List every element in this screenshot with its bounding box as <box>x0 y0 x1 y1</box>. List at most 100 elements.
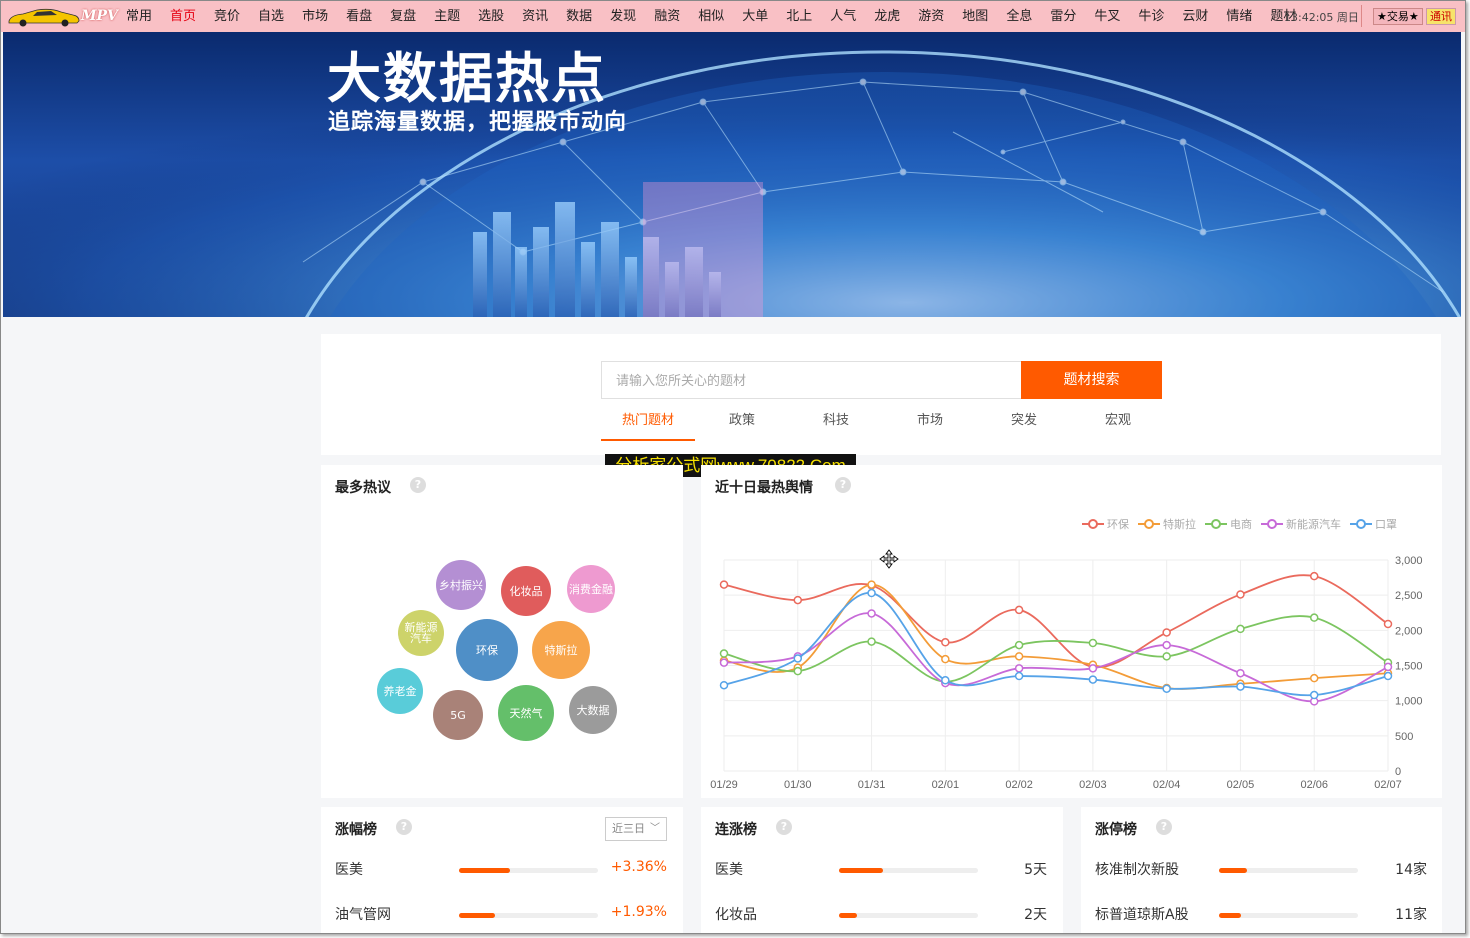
car-logo-icon <box>8 8 80 27</box>
x-tick-label: 01/30 <box>784 779 812 791</box>
menu-item[interactable]: 人气 <box>821 6 865 28</box>
topic-tab[interactable]: 市场 <box>883 406 977 441</box>
data-point <box>941 676 950 685</box>
menu-item[interactable]: 发现 <box>601 6 645 28</box>
ranking-row[interactable]: 化妆品 2天 <box>715 904 1047 924</box>
menu-item[interactable]: 资讯 <box>513 6 557 28</box>
menu-item[interactable]: 看盘 <box>337 6 381 28</box>
data-point <box>719 680 729 690</box>
data-point <box>1309 613 1319 622</box>
y-tick-label: 2,000 <box>1395 625 1423 637</box>
topic-bubble[interactable]: 特斯拉 <box>532 621 590 679</box>
ranking-bar-track <box>1219 868 1358 873</box>
trade-button[interactable]: ★交易★ <box>1373 8 1423 25</box>
menu-item[interactable]: 游资 <box>909 6 953 28</box>
data-point <box>941 638 950 647</box>
menu-item[interactable]: 融资 <box>645 6 689 28</box>
menu-item[interactable]: 数据 <box>557 6 601 28</box>
data-point <box>1162 684 1171 693</box>
menu-item[interactable]: 云财 <box>1173 6 1217 28</box>
help-icon[interactable]: ? <box>410 477 426 493</box>
data-point <box>1309 571 1319 581</box>
help-icon[interactable]: ? <box>396 819 412 835</box>
menu-item[interactable]: 选股 <box>469 6 513 28</box>
menu-item[interactable]: 市场 <box>293 6 337 28</box>
ranking-bar-fill <box>1219 868 1247 873</box>
menu-item[interactable]: 大单 <box>733 6 777 28</box>
menu-item[interactable]: 雷分 <box>1041 6 1085 28</box>
ranking-name: 医美 <box>715 862 743 878</box>
topic-bubble[interactable]: 5G <box>433 690 483 740</box>
ranking-value: 2天 <box>1024 907 1047 923</box>
menu-item[interactable]: 常用 <box>117 6 161 28</box>
menu-bar: MPV 常用 首页 竞价 自选 市场 看盘 复盘 主题 选股 资讯 数据 发现 融资 相似 大单 北上 人气 龙虎… <box>1 1 1465 32</box>
menu-item[interactable]: 牛叉 <box>1085 6 1129 28</box>
topic-bubble[interactable]: 大数据 <box>569 686 617 734</box>
x-tick-label: 02/04 <box>1153 779 1181 791</box>
series-line <box>723 583 1389 690</box>
menu-item[interactable]: 首页 <box>161 6 205 28</box>
ranking-bar-fill <box>459 868 511 873</box>
series-line <box>723 612 1389 703</box>
topic-tab[interactable]: 突发 <box>977 406 1071 441</box>
ranking-row[interactable]: 核准制次新股 14家 <box>1095 859 1427 879</box>
menu-item[interactable]: 牛诊 <box>1129 6 1173 28</box>
globe-network-image <box>3 32 1461 317</box>
topic-bubble[interactable]: 养老金 <box>377 668 423 714</box>
menu-item[interactable]: 主题 <box>425 6 469 28</box>
x-tick-label: 02/01 <box>932 779 960 791</box>
logo[interactable]: MPV <box>1 1 118 32</box>
search-panel: 题材搜索 热门题材政策科技市场突发宏观 <box>321 334 1441 455</box>
data-point <box>1088 638 1098 648</box>
menu-item[interactable]: 北上 <box>777 6 821 28</box>
ranking-value: +1.93% <box>610 904 667 920</box>
data-point <box>941 654 950 664</box>
message-button[interactable]: 通讯 <box>1426 8 1456 25</box>
chevron-down-icon: ﹀ <box>650 823 660 834</box>
data-point <box>1309 673 1319 683</box>
topic-bubble[interactable]: 天然气 <box>498 685 554 741</box>
topic-tab[interactable]: 宏观 <box>1071 406 1165 441</box>
ranking-bar-fill <box>1219 913 1242 918</box>
menu-item[interactable]: 竞价 <box>205 6 249 28</box>
help-icon[interactable]: ? <box>1156 819 1172 835</box>
menu-divider <box>1361 5 1362 27</box>
menu-item[interactable]: 相似 <box>689 6 733 28</box>
ranking-row[interactable]: 医美 5天 <box>715 859 1047 879</box>
y-tick-label: 0 <box>1395 766 1401 778</box>
menu-item[interactable]: 龙虎 <box>865 6 909 28</box>
ranking-bar-fill <box>839 868 884 873</box>
topic-search-input[interactable] <box>601 361 1022 399</box>
menu-item[interactable]: 全息 <box>997 6 1041 28</box>
data-point <box>1383 671 1393 681</box>
data-point <box>1162 628 1171 637</box>
ranking-name: 油气管网 <box>335 907 391 923</box>
topic-tab[interactable]: 政策 <box>695 406 789 441</box>
x-tick-label: 01/29 <box>710 779 738 791</box>
topic-bubble[interactable]: 消费金融 <box>567 565 615 613</box>
x-tick-label: 02/05 <box>1227 779 1255 791</box>
ranking-name: 标普道琼斯A股 <box>1095 907 1189 923</box>
topic-search-button[interactable]: 题材搜索 <box>1021 361 1162 399</box>
data-point <box>719 580 729 589</box>
help-icon[interactable]: ? <box>776 819 792 835</box>
data-point <box>1014 671 1024 681</box>
ranking-row[interactable]: 标普道琼斯A股 11家 <box>1095 904 1427 924</box>
banner-subtitle: 追踪海量数据，把握股市动向 <box>328 110 628 135</box>
gain-ranking-title: 涨幅榜 <box>335 822 377 838</box>
menu-item[interactable]: 自选 <box>249 6 293 28</box>
topic-tab[interactable]: 热门题材 <box>601 406 695 441</box>
ranking-row[interactable]: 油气管网 +1.93% <box>335 904 667 924</box>
topic-bubble[interactable]: 新能源汽车 <box>398 610 444 656</box>
menu-item[interactable]: 复盘 <box>381 6 425 28</box>
menu-item[interactable]: 情绪 <box>1217 6 1261 28</box>
menu-item[interactable]: 地图 <box>953 6 997 28</box>
limit-up-ranking-title: 涨停榜 <box>1095 822 1137 838</box>
topic-bubble[interactable]: 乡村振兴 <box>436 560 486 610</box>
topic-bubble[interactable]: 环保 <box>456 619 518 681</box>
topic-bubble[interactable]: 化妆品 <box>501 566 551 616</box>
ranking-row[interactable]: 医美 +3.36% <box>335 859 667 879</box>
period-select[interactable]: 近三日 ﹀ <box>605 817 667 841</box>
y-tick-label: 1,500 <box>1395 661 1423 673</box>
topic-tab[interactable]: 科技 <box>789 406 883 441</box>
